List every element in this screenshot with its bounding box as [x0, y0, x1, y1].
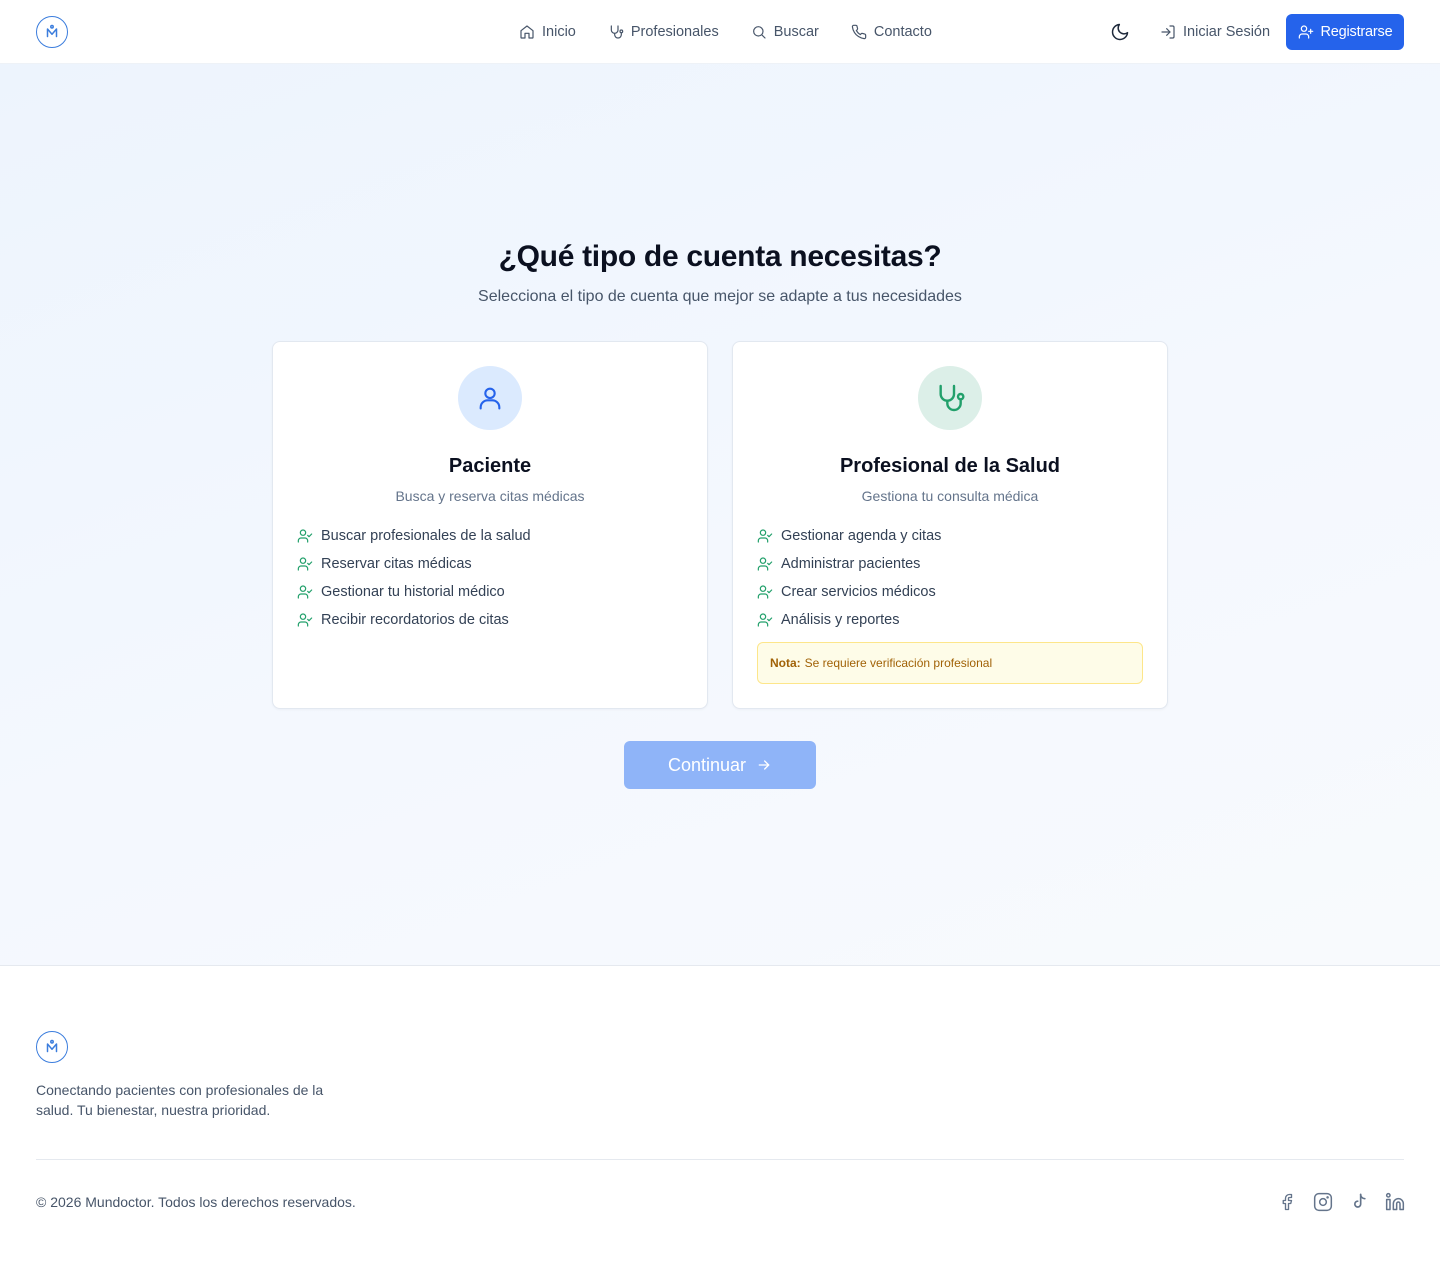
- arrow-right-icon: [758, 760, 770, 770]
- instagram-icon[interactable]: [1313, 1192, 1333, 1212]
- list-item: Buscar profesionales de la salud: [297, 522, 531, 550]
- professional-account-card[interactable]: Profesional de la Salud Gestiona tu cons…: [732, 341, 1168, 709]
- login-icon: [1161, 25, 1175, 39]
- card-subtitle: Gestiona tu consulta médica: [861, 488, 1039, 504]
- mundoctor-logo-icon[interactable]: [36, 16, 68, 48]
- verification-note: Nota: Se requiere verificación profesion…: [757, 642, 1143, 684]
- user-check-icon: [297, 557, 313, 571]
- nav-item-label: Contacto: [873, 24, 932, 40]
- user-icon: [458, 366, 522, 430]
- card-subtitle: Busca y reserva citas médicas: [395, 488, 585, 504]
- list-item: Análisis y reportes: [757, 606, 941, 634]
- facebook-icon[interactable]: [1277, 1192, 1297, 1212]
- main-nav: Inicio Profesionales Buscar Contacto: [519, 0, 932, 64]
- card-title: Paciente: [448, 455, 532, 477]
- search-icon: [752, 26, 766, 39]
- linkedin-icon[interactable]: [1385, 1192, 1405, 1212]
- patient-account-card[interactable]: Paciente Busca y reserva citas médicas B…: [272, 341, 708, 709]
- feature-label: Gestionar agenda y citas: [781, 528, 942, 544]
- feature-label: Reservar citas médicas: [321, 556, 472, 572]
- continue-label: Continuar: [667, 754, 747, 775]
- copyright-text: © 2026 Mundoctor. Todos los derechos res…: [36, 1194, 356, 1210]
- stethoscope-icon: [918, 366, 982, 430]
- note-label: Nota:: [770, 656, 801, 670]
- user-check-icon: [757, 557, 773, 571]
- site-header: Inicio Profesionales Buscar Contacto Ini…: [0, 0, 1440, 64]
- nav-item-inicio[interactable]: Inicio: [519, 24, 576, 40]
- moon-icon: [1111, 23, 1129, 41]
- feature-list: Gestionar agenda y citas Administrar pac…: [757, 522, 941, 634]
- user-check-icon: [757, 585, 773, 599]
- nav-item-buscar[interactable]: Buscar: [751, 24, 819, 40]
- note-text: Se requiere verificación profesional: [804, 656, 993, 670]
- footer-tagline: Conectando pacientes con profesionales d…: [36, 1082, 324, 1118]
- nav-item-label: Inicio: [542, 24, 576, 40]
- user-check-icon: [757, 529, 773, 543]
- footer-divider: [36, 1159, 1404, 1160]
- home-icon: [520, 25, 534, 39]
- account-type-section: ¿Qué tipo de cuenta necesitas? Seleccion…: [0, 64, 1440, 965]
- user-check-icon: [757, 613, 773, 627]
- user-check-icon: [297, 585, 313, 599]
- list-item: Administrar pacientes: [757, 550, 941, 578]
- nav-item-contacto[interactable]: Contacto: [851, 24, 932, 40]
- list-item: Reservar citas médicas: [297, 550, 531, 578]
- feature-list: Buscar profesionales de la salud Reserva…: [297, 522, 531, 634]
- nav-item-label: Buscar: [773, 24, 819, 40]
- page-subtitle: Selecciona el tipo de cuenta que mejor s…: [478, 288, 962, 305]
- login-label: Iniciar Sesión: [1183, 24, 1271, 40]
- user-check-icon: [297, 529, 313, 543]
- continue-button[interactable]: Continuar: [624, 741, 816, 789]
- feature-label: Recibir recordatorios de citas: [321, 612, 509, 628]
- phone-icon: [851, 24, 867, 40]
- register-button[interactable]: Registrarse: [1286, 14, 1404, 50]
- user-check-icon: [297, 613, 313, 627]
- mundoctor-logo-icon[interactable]: [36, 1031, 68, 1063]
- social-links: [1277, 1192, 1405, 1212]
- feature-label: Buscar profesionales de la salud: [321, 528, 531, 544]
- feature-label: Análisis y reportes: [781, 612, 900, 628]
- list-item: Gestionar agenda y citas: [757, 522, 941, 550]
- register-label: Registrarse: [1320, 24, 1393, 40]
- login-button[interactable]: Iniciar Sesión: [1160, 0, 1270, 64]
- feature-label: Gestionar tu historial médico: [321, 584, 505, 600]
- page-title: ¿Qué tipo de cuenta necesitas?: [498, 240, 942, 273]
- user-plus-icon: [1298, 25, 1313, 39]
- list-item: Crear servicios médicos: [757, 578, 941, 606]
- tiktok-icon[interactable]: [1349, 1192, 1369, 1212]
- feature-label: Administrar pacientes: [781, 556, 921, 572]
- theme-toggle-button[interactable]: [1110, 22, 1130, 42]
- card-title: Profesional de la Salud: [839, 455, 1061, 477]
- stethoscope-icon: [610, 25, 624, 39]
- feature-label: Crear servicios médicos: [781, 584, 936, 600]
- site-footer: Conectando pacientes con profesionales d…: [0, 965, 1440, 1275]
- list-item: Recibir recordatorios de citas: [297, 606, 531, 634]
- nav-item-profesionales[interactable]: Profesionales: [608, 24, 719, 40]
- nav-item-label: Profesionales: [630, 24, 719, 40]
- list-item: Gestionar tu historial médico: [297, 578, 531, 606]
